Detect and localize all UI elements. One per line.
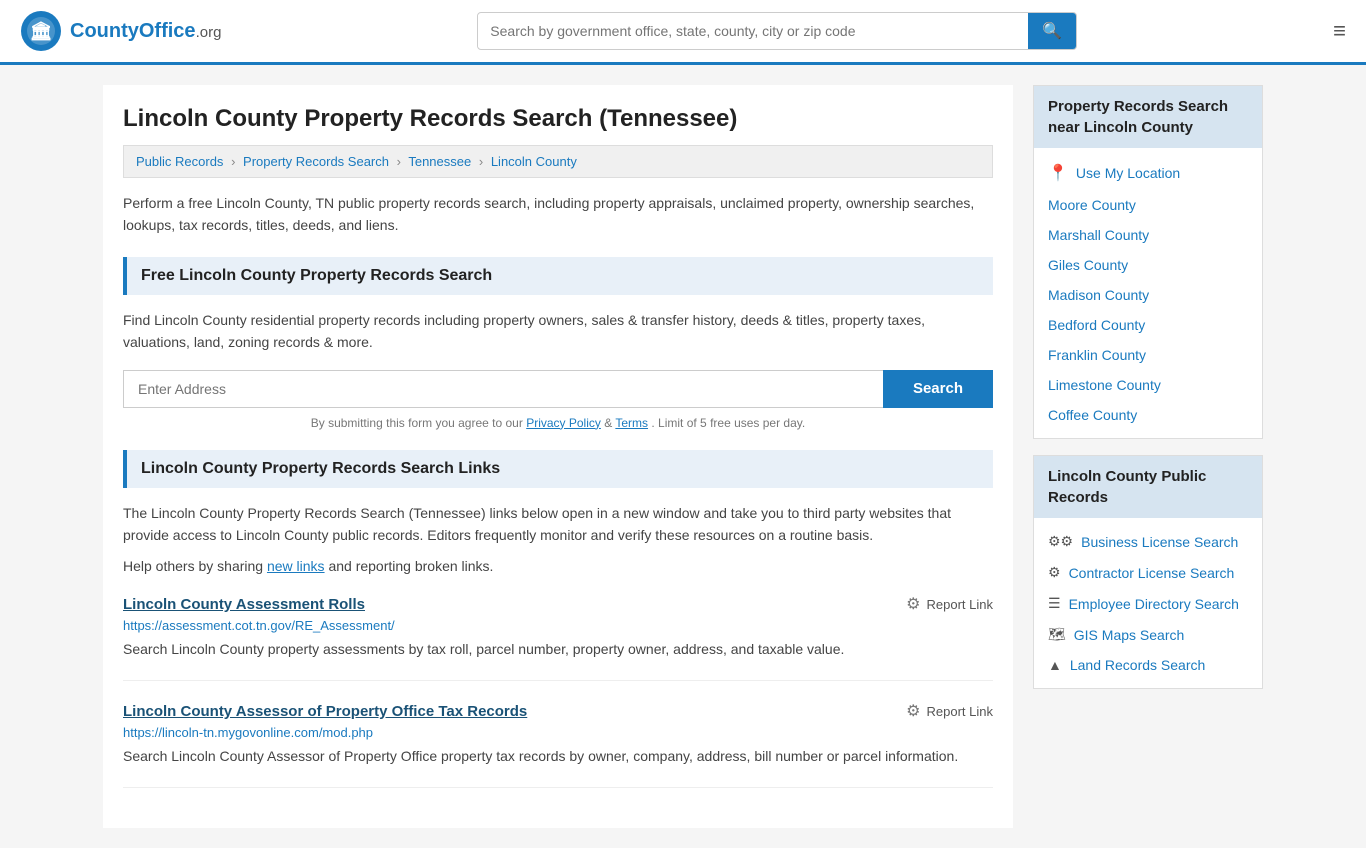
content-area: Lincoln County Property Records Search (… <box>103 85 1013 828</box>
sidebar-business-license[interactable]: ⚙⚙ Business License Search <box>1034 526 1262 557</box>
report-icon-1: ⚙ <box>906 594 920 614</box>
logo-area[interactable]: 🏛 CountyOffice.org <box>20 10 221 52</box>
breadcrumb-public-records[interactable]: Public Records <box>136 154 223 169</box>
giles-county-link[interactable]: Giles County <box>1048 257 1128 273</box>
sidebar-nearby-limestone[interactable]: Limestone County <box>1034 370 1262 400</box>
site-header: 🏛 CountyOffice.org 🔍 ≡ <box>0 0 1366 65</box>
marshall-county-link[interactable]: Marshall County <box>1048 227 1149 243</box>
free-search-description: Find Lincoln County residential property… <box>123 309 993 354</box>
land-records-icon: ▲ <box>1048 657 1062 673</box>
record-link-url-2: https://lincoln-tn.mygovonline.com/mod.p… <box>123 725 993 740</box>
public-records-section-header: Lincoln County Public Records <box>1034 456 1262 518</box>
moore-county-link[interactable]: Moore County <box>1048 197 1136 213</box>
record-links-list: Lincoln County Assessment Rolls ⚙ Report… <box>123 594 993 788</box>
sidebar-land-records[interactable]: ▲ Land Records Search <box>1034 650 1262 680</box>
free-search-section-header: Free Lincoln County Property Records Sea… <box>123 257 993 295</box>
record-link-item-2: Lincoln County Assessor of Property Offi… <box>123 701 993 788</box>
page-description: Perform a free Lincoln County, TN public… <box>123 192 993 237</box>
record-link-desc-1: Search Lincoln County property assessmen… <box>123 639 993 660</box>
logo-icon: 🏛 <box>20 10 62 52</box>
breadcrumb: Public Records › Property Records Search… <box>123 145 993 178</box>
gis-maps-link[interactable]: GIS Maps Search <box>1074 627 1185 643</box>
public-records-section-body: ⚙⚙ Business License Search ⚙ Contractor … <box>1034 518 1262 688</box>
nearby-section-body: 📍 Use My Location Moore County Marshall … <box>1034 148 1262 438</box>
sidebar-nearby-moore[interactable]: Moore County <box>1034 190 1262 220</box>
public-records-section: Lincoln County Public Records ⚙⚙ Busines… <box>1033 455 1263 689</box>
location-pin-icon: 📍 <box>1048 163 1068 183</box>
report-link-label-2: Report Link <box>927 704 993 719</box>
help-text: Help others by sharing <box>123 558 263 574</box>
menu-icon[interactable]: ≡ <box>1333 18 1346 44</box>
breadcrumb-sep-2: › <box>397 154 401 169</box>
sidebar-nearby-franklin[interactable]: Franklin County <box>1034 340 1262 370</box>
limestone-county-link[interactable]: Limestone County <box>1048 377 1161 393</box>
breadcrumb-sep-3: › <box>479 154 483 169</box>
gis-maps-icon: 🗺 <box>1048 626 1066 643</box>
share-text: Help others by sharing new links and rep… <box>123 558 993 574</box>
header-search-input[interactable] <box>478 15 1028 47</box>
sidebar-nearby-bedford[interactable]: Bedford County <box>1034 310 1262 340</box>
report-icon-2: ⚙ <box>906 701 920 721</box>
main-container: Lincoln County Property Records Search (… <box>83 65 1283 848</box>
sidebar-nearby-giles[interactable]: Giles County <box>1034 250 1262 280</box>
sidebar-employee-directory[interactable]: ☰ Employee Directory Search <box>1034 588 1262 619</box>
record-link-url-1: https://assessment.cot.tn.gov/RE_Assessm… <box>123 618 993 633</box>
report-link-label-1: Report Link <box>927 597 993 612</box>
breadcrumb-tennessee[interactable]: Tennessee <box>408 154 471 169</box>
header-search-button[interactable]: 🔍 <box>1028 13 1076 49</box>
nearby-section: Property Records Search near Lincoln Cou… <box>1033 85 1263 439</box>
sidebar: Property Records Search near Lincoln Cou… <box>1033 85 1263 828</box>
disclaimer-suffix: . Limit of 5 free uses per day. <box>651 416 805 430</box>
address-input[interactable] <box>123 370 883 408</box>
page-title: Lincoln County Property Records Search (… <box>123 105 993 133</box>
contractor-license-link[interactable]: Contractor License Search <box>1069 565 1235 581</box>
sidebar-nearby-coffee[interactable]: Coffee County <box>1034 400 1262 430</box>
search-button[interactable]: Search <box>883 370 993 408</box>
and-reporting-text: and reporting broken links. <box>328 558 493 574</box>
svg-text:🏛: 🏛 <box>30 21 53 41</box>
sidebar-nearby-marshall[interactable]: Marshall County <box>1034 220 1262 250</box>
record-link-title-1[interactable]: Lincoln County Assessment Rolls <box>123 596 365 613</box>
business-license-link[interactable]: Business License Search <box>1081 534 1238 550</box>
record-link-title-2[interactable]: Lincoln County Assessor of Property Offi… <box>123 703 527 720</box>
sidebar-contractor-license[interactable]: ⚙ Contractor License Search <box>1034 557 1262 588</box>
links-section-header: Lincoln County Property Records Search L… <box>123 450 993 488</box>
breadcrumb-property-records[interactable]: Property Records Search <box>243 154 389 169</box>
record-link-title-row: Lincoln County Assessment Rolls ⚙ Report… <box>123 594 993 614</box>
breadcrumb-lincoln-county[interactable]: Lincoln County <box>491 154 577 169</box>
nearby-section-header: Property Records Search near Lincoln Cou… <box>1034 86 1262 148</box>
contractor-license-icon: ⚙ <box>1048 564 1061 581</box>
report-link-btn-1[interactable]: ⚙ Report Link <box>906 594 993 614</box>
record-link-item: Lincoln County Assessment Rolls ⚙ Report… <box>123 594 993 681</box>
disclaimer-ampersand: & <box>604 416 615 430</box>
employee-directory-icon: ☰ <box>1048 595 1061 612</box>
address-search-row: Search <box>123 370 993 408</box>
franklin-county-link[interactable]: Franklin County <box>1048 347 1146 363</box>
record-link-title-row-2: Lincoln County Assessor of Property Offi… <box>123 701 993 721</box>
new-links-link[interactable]: new links <box>267 558 325 574</box>
disclaimer-text: By submitting this form you agree to our <box>311 416 523 430</box>
use-my-location-item[interactable]: 📍 Use My Location <box>1034 156 1262 190</box>
report-link-btn-2[interactable]: ⚙ Report Link <box>906 701 993 721</box>
logo-suffix: .org <box>196 24 222 41</box>
terms-link[interactable]: Terms <box>615 416 648 430</box>
madison-county-link[interactable]: Madison County <box>1048 287 1149 303</box>
header-search-bar: 🔍 <box>477 12 1077 50</box>
sidebar-gis-maps[interactable]: 🗺 GIS Maps Search <box>1034 619 1262 650</box>
record-link-desc-2: Search Lincoln County Assessor of Proper… <box>123 746 993 767</box>
use-my-location-link[interactable]: Use My Location <box>1076 165 1180 181</box>
links-description: The Lincoln County Property Records Sear… <box>123 502 993 547</box>
sidebar-nearby-madison[interactable]: Madison County <box>1034 280 1262 310</box>
form-disclaimer: By submitting this form you agree to our… <box>123 416 993 430</box>
business-license-icon: ⚙⚙ <box>1048 533 1073 550</box>
employee-directory-link[interactable]: Employee Directory Search <box>1069 596 1239 612</box>
land-records-link[interactable]: Land Records Search <box>1070 657 1205 673</box>
coffee-county-link[interactable]: Coffee County <box>1048 407 1137 423</box>
breadcrumb-sep-1: › <box>231 154 235 169</box>
bedford-county-link[interactable]: Bedford County <box>1048 317 1145 333</box>
logo-name: CountyOffice <box>70 20 196 42</box>
privacy-policy-link[interactable]: Privacy Policy <box>526 416 601 430</box>
